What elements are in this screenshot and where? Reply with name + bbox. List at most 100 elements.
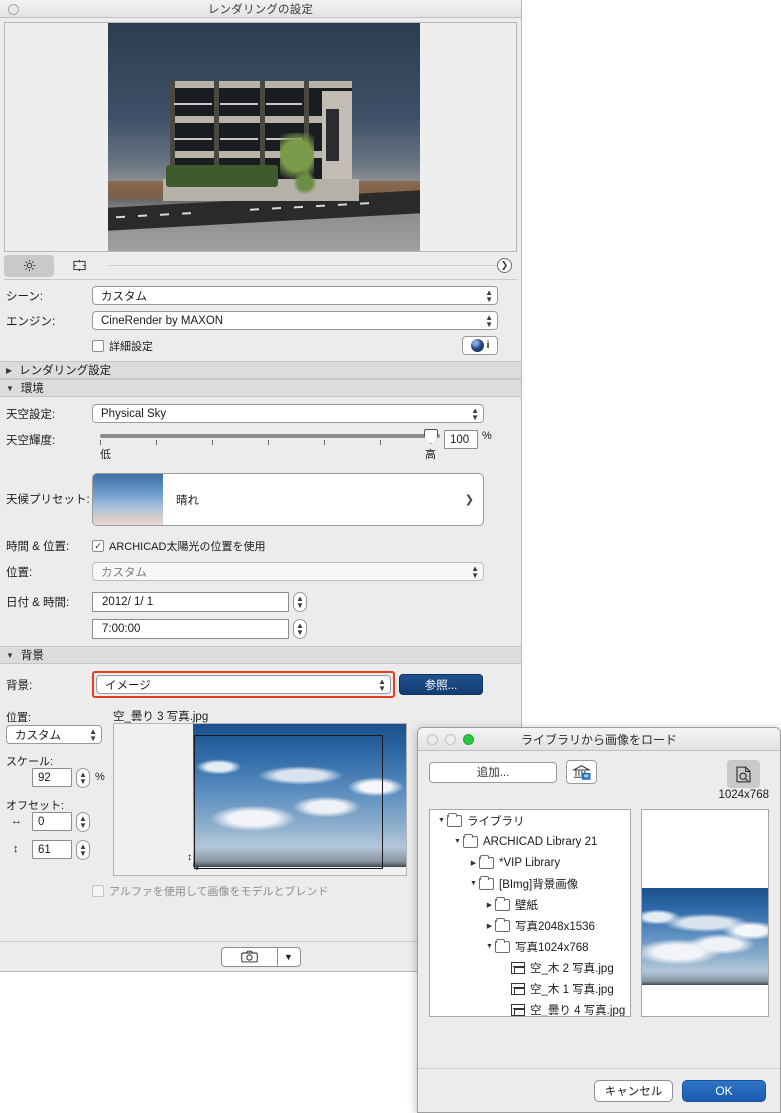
library-tree[interactable]: ▼ ライブラリ ▼ ARCHICAD Library 21 ▶ *VIP Library ▼… <box>429 809 632 1017</box>
weather-preset-button[interactable]: 晴れ ❯ <box>92 473 484 526</box>
time-input[interactable]: 7:00:00 <box>92 619 289 639</box>
browse-button[interactable]: 参照... <box>399 674 483 695</box>
tree-item-label: *VIP Library <box>499 856 561 869</box>
zoom-window-button[interactable] <box>463 733 474 745</box>
detail-checkbox[interactable] <box>92 339 104 352</box>
offset-x-stepper[interactable]: ▲ ▼ <box>76 812 90 832</box>
scale-stepper[interactable]: ▲ ▼ <box>76 768 90 788</box>
sun-position-checkbox[interactable]: ✓ <box>92 540 104 552</box>
preview-toggle-group: 1024x768 <box>718 760 769 801</box>
detail-settings-row: 詳細設定 i <box>0 333 521 361</box>
tree-folder-row[interactable]: ▼ ライブラリ <box>430 810 630 831</box>
chevron-updown-icon: ▲ ▼ <box>79 842 87 858</box>
tab-image-size[interactable] <box>54 255 104 277</box>
scene-row: シーン: カスタム ▲ ▼ <box>0 280 521 308</box>
tree-file-row[interactable]: 空_木 2 写真.jpg <box>430 957 630 978</box>
scale-input[interactable]: 92 <box>32 768 72 787</box>
minimize-window-button[interactable] <box>445 733 456 745</box>
sky-value: Physical Sky <box>101 407 167 420</box>
tab-settings[interactable] <box>4 254 54 277</box>
background-selection-frame[interactable] <box>194 735 383 869</box>
date-stepper[interactable]: ▲ ▼ <box>293 592 307 612</box>
datetime-label: 日付 & 時間: <box>6 597 70 609</box>
weather-label: 天候プリセット: <box>6 494 90 506</box>
preview-toggle-button[interactable] <box>727 760 761 788</box>
frame-icon <box>72 259 86 272</box>
chevron-down-icon: ▼ <box>6 383 14 393</box>
section-background[interactable]: ▼ 背景 <box>0 646 521 664</box>
chevron-down-icon[interactable]: ▼ <box>468 880 479 887</box>
tree-item-label: [BImg]背景画像 <box>499 878 579 891</box>
detail-checkbox-wrap[interactable]: 詳細設定 <box>92 338 462 354</box>
chevron-down-icon[interactable]: ▼ <box>484 943 495 950</box>
tree-file-row[interactable]: 空_曇り 4 写真.jpg <box>430 999 630 1016</box>
expand-panel-button[interactable]: ❯ <box>497 258 512 273</box>
offset-x-input[interactable]: 0 <box>32 812 72 831</box>
sky-select[interactable]: Physical Sky ▲ ▼ <box>92 404 484 423</box>
scale-value: 92 <box>38 771 51 784</box>
section-render-settings-label: レンダリング設定 <box>19 365 112 377</box>
tree-folder-row[interactable]: ▼ 写真1024x768 <box>430 936 630 957</box>
bg-position-select[interactable]: カスタム ▲ ▼ <box>6 725 102 744</box>
camera-dropdown-button[interactable]: ▼ <box>276 946 301 967</box>
brightness-input[interactable]: 100 <box>444 430 478 449</box>
ok-button[interactable]: OK <box>682 1079 766 1102</box>
add-button[interactable]: 追加... <box>429 761 557 783</box>
tree-item-label: ARCHICAD Library 21 <box>483 835 598 848</box>
tree-item-label: 空_木 2 写真.jpg <box>530 962 614 975</box>
tree-folder-row[interactable]: ▶ *VIP Library <box>430 852 630 873</box>
chevron-down-icon: ▼ <box>6 650 14 660</box>
offset-y-input[interactable]: 61 <box>32 840 72 859</box>
brightness-low-label: 低 <box>100 449 111 461</box>
brightness-slider[interactable]: 低 高 <box>92 429 440 461</box>
tree-folder-row[interactable]: ▶ 壁紙 <box>430 894 630 915</box>
tree-item-label: 写真2048x1536 <box>515 920 595 933</box>
library-manager-button[interactable] <box>566 760 597 784</box>
vertical-arrows-icon: ↕ <box>13 843 19 855</box>
dialog-titlebar: ライブラリから画像をロード <box>418 728 780 751</box>
chevron-down-icon[interactable]: ▼ <box>436 817 447 824</box>
chevron-right-icon[interactable]: ▶ <box>484 922 495 930</box>
offset-x-value: 0 <box>38 815 45 828</box>
render-preview-area[interactable] <box>4 22 517 252</box>
close-window-button[interactable] <box>427 733 438 745</box>
sky-brightness-row: 天空輝度: 低 高 100 % <box>0 426 521 463</box>
anchor-corner-icon[interactable]: ↳ <box>192 862 200 873</box>
cancel-button[interactable]: キャンセル <box>594 1079 673 1102</box>
date-input[interactable]: 2012/ 1/ 1 <box>92 592 289 612</box>
maxon-info-button[interactable]: i <box>462 336 498 355</box>
chevron-right-icon[interactable]: ▶ <box>468 859 479 867</box>
background-label: 背景: <box>6 679 33 692</box>
section-render-settings[interactable]: ▶ レンダリング設定 <box>0 361 521 379</box>
page-title: レンダリングの設定 <box>207 3 314 16</box>
background-select-highlight: イメージ ▲ ▼ <box>92 671 395 698</box>
tree-file-row[interactable]: 空_木 1 写真.jpg <box>430 978 630 999</box>
offset-y-stepper[interactable]: ▲ ▼ <box>76 840 90 860</box>
tree-folder-row[interactable]: ▶ 写真2048x1536 <box>430 915 630 936</box>
sun-checkbox-wrap[interactable]: ✓ ARCHICAD太陽光の位置を使用 <box>92 538 265 554</box>
brightness-unit: % <box>482 430 492 442</box>
tree-item-label: 空_木 1 写真.jpg <box>530 983 614 996</box>
position-value: カスタム <box>101 566 147 579</box>
traffic-lights <box>427 733 474 745</box>
section-environment[interactable]: ▼ 環境 <box>0 379 521 397</box>
dialog-footer: キャンセル OK <box>418 1068 780 1112</box>
chevron-down-icon[interactable]: ▼ <box>452 838 463 845</box>
close-circle-icon[interactable] <box>8 4 19 15</box>
position-select[interactable]: カスタム ▲ ▼ <box>92 562 484 581</box>
scene-select[interactable]: カスタム ▲ ▼ <box>92 286 498 305</box>
camera-button[interactable] <box>220 946 277 967</box>
background-select[interactable]: イメージ ▲ ▼ <box>96 675 391 694</box>
chevron-right-icon[interactable]: ▶ <box>484 901 495 909</box>
time-stepper[interactable]: ▲ ▼ <box>293 619 307 639</box>
tree-folder-row[interactable]: ▼ [BImg]背景画像 <box>430 873 630 894</box>
background-image-preview[interactable]: ↕ ↳ <box>113 723 407 876</box>
image-file-icon <box>511 961 525 974</box>
engine-select[interactable]: CineRender by MAXON ▲ ▼ <box>92 311 498 330</box>
image-file-icon <box>511 982 525 995</box>
dialog-toolbar-left: 追加... <box>429 760 709 784</box>
offset-y-value: 61 <box>38 843 51 856</box>
load-image-dialog: ライブラリから画像をロード 追加... 1024x768 ▼ ライブラリ ▼ A… <box>417 727 781 1113</box>
tree-folder-row[interactable]: ▼ ARCHICAD Library 21 <box>430 831 630 852</box>
weather-preset-row: 天候プリセット: 晴れ ❯ <box>0 463 521 529</box>
